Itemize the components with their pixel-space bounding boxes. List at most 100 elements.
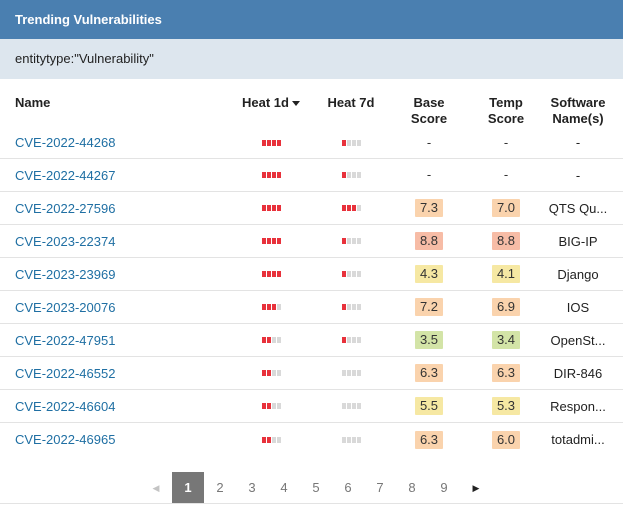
heat-bar [346, 436, 351, 443]
heat-bar [276, 370, 281, 376]
page-8-button[interactable]: 8 [396, 472, 428, 504]
base-score-label-1: Base [413, 95, 445, 110]
heat-bar [356, 403, 361, 409]
heat-bar [351, 370, 356, 376]
table-row[interactable]: CVE-2022-27596 7.3 7.0 QTS Qu... [0, 192, 623, 225]
cve-link[interactable]: CVE-2023-23969 [15, 258, 225, 290]
base-score: 5.5 [414, 397, 444, 415]
heat-bar [276, 403, 281, 409]
heat-7d-indicator [311, 390, 391, 422]
software-name-cell: totadmi... [545, 423, 611, 456]
heat-bar [351, 139, 356, 146]
page-5-button[interactable]: 5 [300, 472, 332, 504]
column-header-heat-7d[interactable]: Heat 7d [311, 95, 391, 111]
heat-1d-indicator [231, 225, 311, 257]
table-row[interactable]: CVE-2022-46552 6.3 6.3 DIR-846 [0, 357, 623, 390]
heat-1d-indicator [231, 357, 311, 389]
base-score: 4.3 [414, 265, 444, 283]
cve-link[interactable]: CVE-2022-46604 [15, 390, 225, 422]
temp-score: 6.0 [491, 430, 521, 449]
heat-bar [271, 238, 276, 244]
software-name: Django [557, 266, 599, 282]
heat-bar [346, 238, 351, 244]
heat-bar [356, 139, 361, 146]
chevron-right-icon[interactable]: ▶ [460, 472, 492, 504]
cve-link[interactable]: CVE-2022-44268 [15, 127, 225, 158]
heat-bar [356, 172, 361, 178]
column-header-name[interactable]: Name [15, 95, 50, 111]
table-row[interactable]: CVE-2023-23969 4.3 4.1 Django [0, 258, 623, 291]
page-1-button[interactable]: 1 [172, 472, 204, 504]
heat-bar [341, 337, 346, 343]
page-2-button[interactable]: 2 [204, 472, 236, 504]
software-name: BIG-IP [558, 233, 598, 249]
heat-bar [261, 304, 266, 310]
column-header-temp-score[interactable]: Temp Score [467, 95, 545, 127]
heat-bar [261, 436, 266, 443]
page-9-button[interactable]: 9 [428, 472, 460, 504]
page-4-button[interactable]: 4 [268, 472, 300, 504]
software-name: QTS Qu... [548, 200, 608, 216]
heat-bar [356, 436, 361, 443]
heat-bar [356, 238, 361, 244]
cve-link[interactable]: CVE-2022-46552 [15, 357, 225, 389]
page-6-button[interactable]: 6 [332, 472, 364, 504]
heat-bar [261, 271, 266, 277]
base-score-cell: 7.2 [391, 291, 467, 323]
caret-down-icon [291, 101, 300, 107]
heat-bar [261, 403, 266, 409]
heat-bar [276, 238, 281, 244]
chevron-left-icon[interactable]: ◀ [140, 472, 172, 504]
heat-7d-indicator [311, 258, 391, 290]
heat-bar [276, 436, 281, 443]
heat-bar [351, 436, 356, 443]
heat-bar [271, 139, 276, 146]
table-row[interactable]: CVE-2023-22374 8.8 8.8 BIG-IP [0, 225, 623, 258]
base-score-label-2: Score [410, 111, 448, 126]
software-name-cell: - [545, 127, 611, 158]
cve-link[interactable]: CVE-2022-27596 [15, 192, 225, 224]
base-score-cell: - [391, 159, 467, 191]
heat-bar [356, 205, 361, 211]
heat-bar [346, 337, 351, 343]
software-name: IOS [566, 299, 590, 315]
table-row[interactable]: CVE-2023-20076 7.2 6.9 IOS [0, 291, 623, 324]
heat-bar [266, 139, 271, 146]
temp-score: 3.4 [491, 331, 521, 349]
heat-bar [271, 172, 276, 178]
table-row[interactable]: CVE-2022-47951 3.5 3.4 OpenSt... [0, 324, 623, 357]
heat-bar [276, 304, 281, 310]
heat-bar [276, 172, 281, 178]
table-row[interactable]: CVE-2022-44268 - - - [0, 127, 623, 159]
software-name-cell: - [545, 159, 611, 191]
column-header-base-score[interactable]: Base Score [391, 95, 467, 127]
temp-score-label-2: Score [487, 111, 525, 126]
heat-bar [271, 304, 276, 310]
heat-bar [266, 172, 271, 178]
table-header: Name Heat 1d Heat 7d Base Score Temp Score… [0, 79, 623, 127]
column-header-software[interactable]: Software Name(s) [545, 95, 611, 127]
cve-link[interactable]: CVE-2023-22374 [15, 225, 225, 257]
cve-link[interactable]: CVE-2022-46965 [15, 423, 225, 456]
heat-bar [271, 403, 276, 409]
base-score: 8.8 [414, 232, 444, 250]
base-score-cell: - [391, 127, 467, 158]
heat-1d-indicator [231, 127, 311, 158]
table-row[interactable]: CVE-2022-46965 6.3 6.0 totadmi... [0, 423, 623, 456]
cve-link[interactable]: CVE-2022-44267 [15, 159, 225, 191]
cve-link[interactable]: CVE-2023-20076 [15, 291, 225, 323]
heat-1d-indicator [231, 423, 311, 456]
software-label-1: Software [550, 95, 606, 110]
cve-link[interactable]: CVE-2022-47951 [15, 324, 225, 356]
heat-bar [341, 172, 346, 178]
table-row[interactable]: CVE-2022-46604 5.5 5.3 Respon... [0, 390, 623, 423]
page-7-button[interactable]: 7 [364, 472, 396, 504]
heat-bar [341, 370, 346, 376]
column-header-heat-1d[interactable]: Heat 1d [231, 95, 311, 111]
heat-bar [266, 403, 271, 409]
temp-score-cell: 4.1 [467, 258, 545, 290]
page-3-button[interactable]: 3 [236, 472, 268, 504]
base-score: 6.3 [414, 430, 444, 449]
temp-score: 8.8 [491, 232, 521, 250]
table-row[interactable]: CVE-2022-44267 - - - [0, 159, 623, 192]
